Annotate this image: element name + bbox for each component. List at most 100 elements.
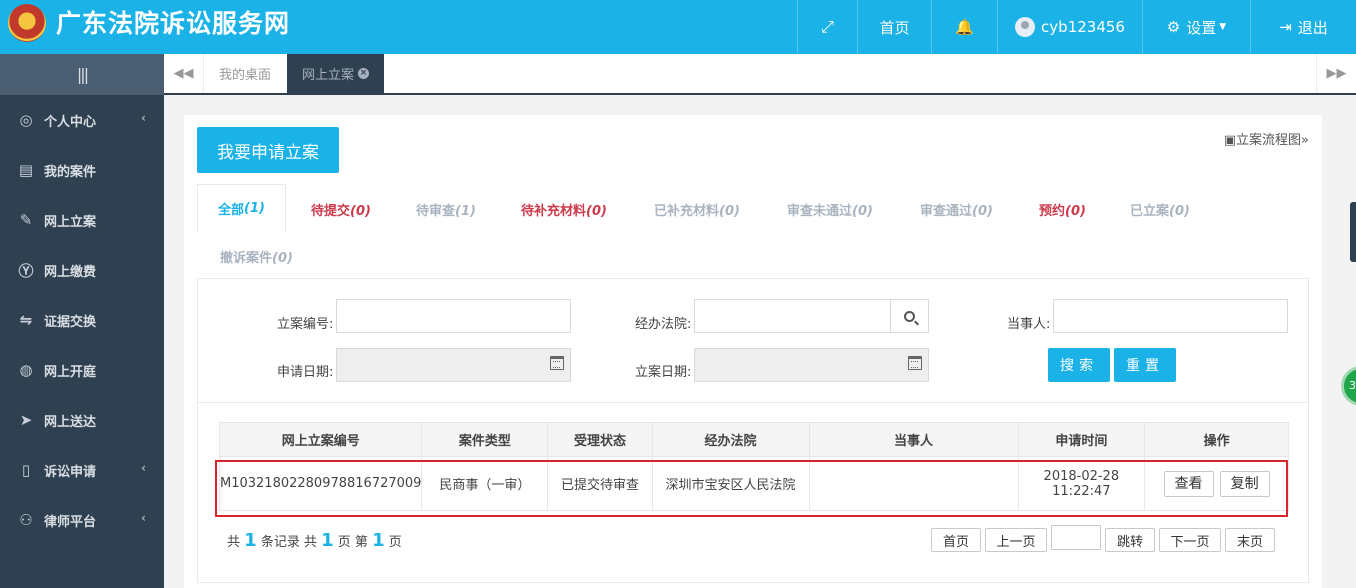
status-tab-label: 待审查 (416, 204, 456, 219)
status-tab-6[interactable]: 审查未通过(0) (787, 200, 873, 219)
yen-icon: Ⓨ (18, 261, 34, 280)
file-icon: ▯ (21, 461, 31, 479)
filing-date-input[interactable] (694, 348, 929, 382)
float-widget-button[interactable]: 3 (1341, 366, 1356, 406)
tab-scroll-right-button[interactable]: ▶▶ (1316, 54, 1356, 93)
home-label: 首页 (879, 18, 910, 37)
menu-icon: ||| (76, 65, 89, 84)
username: cyb123456 (1041, 18, 1125, 36)
status-tab-label: 已立案 (1130, 204, 1170, 219)
copy-button[interactable]: 复制 (1219, 470, 1270, 497)
status-tab-count: (1) (244, 200, 265, 216)
sidebar-toggle-button[interactable]: ||| (0, 54, 164, 95)
status-tab-9[interactable]: 已立案(0) (1130, 200, 1190, 219)
apply-date-input[interactable] (336, 348, 571, 382)
user-menu[interactable]: cyb123456 (997, 0, 1142, 54)
status-tab-label: 已补充材料 (654, 204, 720, 219)
view-button[interactable]: 查看 (1163, 470, 1214, 497)
status-tab-3[interactable]: 待审查(1) (416, 200, 476, 219)
status-tab-4[interactable]: 待补充材料(0) (521, 200, 607, 219)
logout-button[interactable]: ⇥ 退出 (1250, 0, 1356, 54)
sidebar-item-label: 网上送达 (44, 414, 97, 430)
home-link[interactable]: 首页 (857, 0, 931, 54)
status-tab-8[interactable]: 预约(0) (1039, 200, 1086, 219)
double-right-icon: ▶▶ (1326, 66, 1347, 81)
sidebar-item-3[interactable]: ✎ 网上立案 (0, 195, 164, 245)
cell-apply-time: 2018-02-28 11:22:47 (1017, 456, 1146, 511)
court-input[interactable] (694, 299, 929, 333)
sidebar-item-6[interactable]: ◍ 网上开庭 (0, 345, 164, 395)
sidebar-item-5[interactable]: ⇋ 证据交换 (0, 295, 164, 345)
scrollbar-thumb[interactable] (1350, 202, 1356, 262)
exchange-icon: ⇋ (19, 311, 33, 329)
table-row[interactable]: M10321802280978816727009 民商事（一审） 已提交待审查 … (218, 456, 1289, 511)
calendar-icon (908, 356, 922, 370)
status-tab-10[interactable]: 撤诉案件(0) (220, 247, 293, 266)
settings-menu[interactable]: ⚙ 设置 ▼ (1142, 0, 1250, 54)
search-button[interactable]: 搜索 (1048, 348, 1110, 382)
sidebar-item-8[interactable]: ▯ 诉讼申请 ‹ (0, 445, 164, 495)
party-input[interactable] (1053, 299, 1288, 333)
flow-chart-link[interactable]: ▣立案流程图» (1224, 129, 1309, 148)
status-tab-2[interactable]: 待提交(0) (311, 200, 371, 219)
notification-button[interactable]: 🔔 (931, 0, 997, 54)
tab-label: 网上立案 (302, 68, 355, 83)
logout-label: 退出 (1297, 18, 1328, 37)
double-left-icon: ◀◀ (173, 66, 194, 81)
sidebar-item-2[interactable]: ▤ 我的案件 (0, 145, 164, 195)
col-header-actions: 操作 (1144, 422, 1289, 457)
status-tab-count: (1) (455, 204, 476, 219)
results-container: 网上立案编号 案件类型 受理状态 经办法院 当事人 申请时间 操作 M10321… (197, 403, 1309, 583)
case-no-input[interactable] (336, 299, 571, 333)
sidebar: ||| ◎ 个人中心 ‹ ▤ 我的案件 ✎ 网上立案 Ⓨ 网上缴费 ⇋ 证据交换 ◍ 网上开庭 ➤ 网上送达… (0, 54, 164, 588)
sidebar-item-7[interactable]: ➤ 网上送达 (0, 395, 164, 445)
results-table: 网上立案编号 案件类型 受理状态 经办法院 当事人 申请时间 操作 M10321… (218, 422, 1289, 511)
flow-chart-label: 立案流程图 (1236, 133, 1302, 148)
status-tab-count: (0) (1065, 204, 1086, 219)
col-header-case-no: 网上立案编号 (218, 422, 423, 457)
document-icon: ▤ (18, 161, 34, 179)
caret-down-icon: ▼ (1219, 22, 1227, 32)
apply-clock-time: 11:22:47 (1052, 483, 1111, 499)
sidebar-item-label: 我的案件 (44, 164, 97, 180)
tab-label: 我的桌面 (219, 68, 272, 83)
jump-button[interactable]: 跳转 (1105, 528, 1155, 552)
status-tab-label: 待提交 (311, 204, 351, 219)
prev-page-button[interactable]: 上一页 (985, 528, 1047, 552)
sidebar-item-label: 网上开庭 (44, 364, 97, 380)
last-page-button[interactable]: 末页 (1225, 528, 1275, 552)
status-tab-5[interactable]: 已补充材料(0) (654, 200, 740, 219)
status-tab-label: 待补充材料 (521, 204, 587, 219)
send-icon: ➤ (19, 411, 33, 429)
calendar-icon (550, 356, 564, 370)
court-search-button[interactable] (890, 300, 928, 332)
search-icon (904, 310, 915, 322)
cell-court: 深圳市宝安区人民法院 (651, 456, 810, 511)
sidebar-item-4[interactable]: Ⓨ 网上缴费 (0, 245, 164, 295)
person-icon: ⚇ (19, 511, 33, 529)
status-tab-7[interactable]: 审查通过(0) (920, 200, 993, 219)
status-tab-label: 全部 (218, 202, 245, 218)
status-tab-label: 审查未通过 (787, 204, 853, 219)
apply-filing-button[interactable]: 我要申请立案 (197, 127, 339, 173)
sidebar-item-1[interactable]: ◎ 个人中心 ‹ (0, 95, 164, 145)
double-down-icon: » (1301, 133, 1309, 148)
site-title: 广东法院诉讼服务网 (56, 9, 291, 38)
tab-bar: ◀◀ 我的桌面 网上立案 × ▶▶ (164, 54, 1356, 95)
sidebar-menu: ◎ 个人中心 ‹ ▤ 我的案件 ✎ 网上立案 Ⓨ 网上缴费 ⇋ 证据交换 ◍ 网上开庭 ➤ 网上送达 ▯ 诉讼申… (0, 95, 164, 545)
tab-scroll-left-button[interactable]: ◀◀ (164, 54, 204, 93)
status-tab-1[interactable]: 全部 (1) (197, 184, 286, 232)
sidebar-item-9[interactable]: ⚇ 律师平台 ‹ (0, 495, 164, 545)
case-no-label: 立案编号: (277, 317, 334, 332)
next-page-button[interactable]: 下一页 (1159, 528, 1221, 552)
status-tab-label: 审查通过 (920, 204, 973, 219)
fullscreen-button[interactable]: ⤢ (797, 0, 857, 54)
tab-my-desktop[interactable]: 我的桌面 (204, 54, 287, 93)
tab-online-filing[interactable]: 网上立案 × (287, 54, 384, 93)
page-number-input[interactable] (1051, 525, 1101, 550)
first-page-button[interactable]: 首页 (931, 528, 981, 552)
status-tab-count: (0) (1169, 204, 1190, 219)
close-icon[interactable]: × (358, 68, 369, 79)
reset-button[interactable]: 重置 (1114, 348, 1176, 382)
cell-actions: 查看 复制 (1144, 456, 1289, 511)
